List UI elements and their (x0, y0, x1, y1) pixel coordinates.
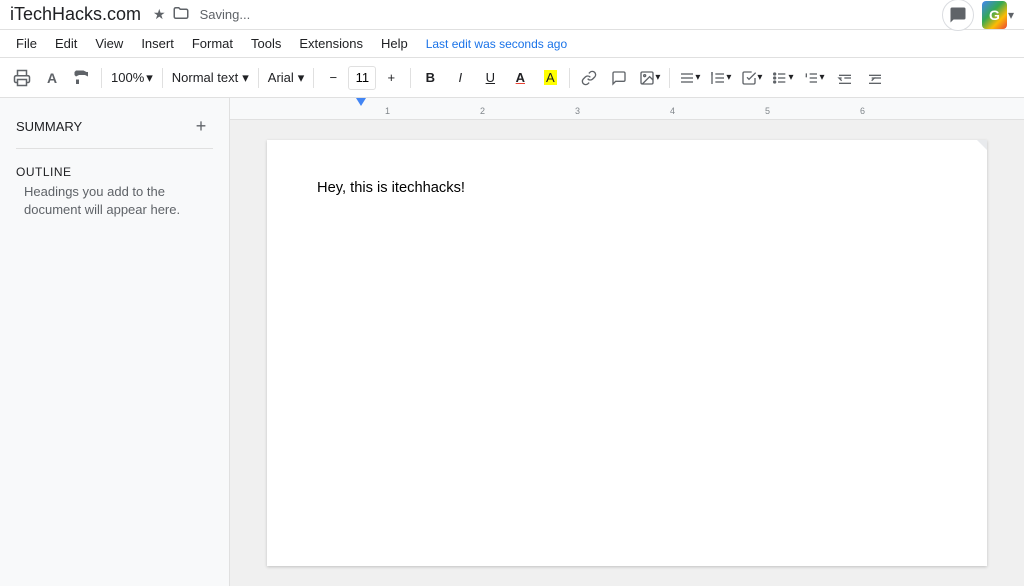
menu-insert[interactable]: Insert (133, 33, 182, 54)
zoom-chevron: ▾ (146, 70, 153, 86)
ruler-mark-3: 3 (575, 106, 580, 116)
last-edit-link[interactable]: Last edit was seconds ago (426, 37, 567, 51)
ruler-inner: 1 2 3 4 5 6 (290, 98, 1024, 119)
insert-link-button[interactable] (575, 64, 603, 92)
star-icon[interactable]: ★ (153, 6, 166, 23)
saving-text: Saving... (200, 7, 251, 22)
font-value: Arial (268, 70, 294, 85)
divider-1 (101, 68, 102, 88)
zoom-selector[interactable]: 100% ▾ (107, 65, 157, 91)
outline-section: OUTLINE Headings you add to the document… (8, 165, 221, 223)
divider-4 (313, 68, 314, 88)
right-icons: G ▾ (942, 0, 1014, 31)
main-area: SUMMARY + OUTLINE Headings you add to th… (0, 98, 1024, 586)
checklist-button[interactable]: ▾ (737, 64, 766, 92)
print-button[interactable] (8, 64, 36, 92)
italic-button[interactable]: I (446, 64, 474, 92)
font-color-letter: A (516, 70, 525, 85)
menu-view[interactable]: View (87, 33, 131, 54)
paint-format-button[interactable] (68, 64, 96, 92)
document-paragraph[interactable]: Hey, this is itechhacks! (317, 180, 937, 196)
title-icons: ★ Saving... (153, 4, 250, 25)
menu-file[interactable]: File (8, 33, 45, 54)
zoom-value: 100% (111, 70, 144, 85)
font-size-decrease-button[interactable]: − (319, 64, 347, 92)
ruler: 1 2 3 4 5 6 (230, 98, 1024, 120)
content-area: 1 2 3 4 5 6 Hey, this is itechhacks! (230, 98, 1024, 586)
paragraph-style-selector[interactable]: Normal text ▾ (168, 65, 253, 91)
document-content[interactable]: Hey, this is itechhacks! (317, 180, 937, 480)
paragraph-style-chevron: ▾ (242, 70, 249, 86)
ruler-mark-6: 6 (860, 106, 865, 116)
indent-increase-button[interactable] (861, 64, 889, 92)
insert-image-button[interactable]: ▾ (635, 64, 664, 92)
insert-comment-button[interactable] (605, 64, 633, 92)
ruler-mark-4: 4 (670, 106, 675, 116)
page-corner (977, 140, 987, 150)
indent-decrease-button[interactable] (831, 64, 859, 92)
outline-label: OUTLINE (16, 165, 213, 179)
highlight-button[interactable]: A (536, 64, 564, 92)
divider-5 (410, 68, 411, 88)
document-page: Hey, this is itechhacks! (267, 140, 987, 566)
ruler-indent-marker[interactable] (356, 98, 366, 106)
menu-edit[interactable]: Edit (47, 33, 85, 54)
paragraph-style-value: Normal text (172, 70, 238, 85)
menu-format[interactable]: Format (184, 33, 241, 54)
underline-button[interactable]: U (476, 64, 504, 92)
font-size-increase-button[interactable]: + (377, 64, 405, 92)
font-selector[interactable]: Arial ▾ (264, 65, 309, 91)
font-size-input[interactable] (348, 66, 376, 90)
folder-icon[interactable] (172, 4, 190, 25)
top-bar: iTechHacks.com ★ Saving... G ▾ (0, 0, 1024, 30)
comment-button[interactable] (942, 0, 974, 31)
divider-3 (258, 68, 259, 88)
numbered-list-button[interactable]: ▾ (799, 64, 828, 92)
bold-button[interactable]: B (416, 64, 444, 92)
font-color-button[interactable]: A (506, 64, 534, 92)
outline-hint: Headings you add to the document will ap… (16, 179, 213, 223)
sidebar: SUMMARY + OUTLINE Headings you add to th… (0, 98, 230, 586)
line-spacing-button[interactable]: ▾ (706, 64, 735, 92)
divider-7 (669, 68, 670, 88)
font-size-area: − + (319, 64, 405, 92)
toolbar: A 100% ▾ Normal text ▾ Arial ▾ − + B I U… (0, 58, 1024, 98)
menu-extensions[interactable]: Extensions (291, 33, 371, 54)
document-title[interactable]: iTechHacks.com (10, 4, 141, 25)
spell-check-button[interactable]: A (38, 64, 66, 92)
ruler-mark-2: 2 (480, 106, 485, 116)
ruler-mark-1: 1 (385, 106, 390, 116)
summary-label: SUMMARY (16, 119, 82, 134)
bullet-list-button[interactable]: ▾ (768, 64, 797, 92)
summary-section-header: SUMMARY + (8, 110, 221, 142)
divider-2 (162, 68, 163, 88)
summary-add-button[interactable]: + (189, 114, 213, 138)
sidebar-divider (16, 148, 213, 149)
font-chevron: ▾ (298, 70, 305, 86)
text-align-button[interactable]: ▾ (675, 64, 704, 92)
ruler-mark-5: 5 (765, 106, 770, 116)
menu-help[interactable]: Help (373, 33, 416, 54)
menu-tools[interactable]: Tools (243, 33, 289, 54)
document-scroll[interactable]: Hey, this is itechhacks! (230, 120, 1024, 586)
divider-6 (569, 68, 570, 88)
menu-bar: File Edit View Insert Format Tools Exten… (0, 30, 1024, 58)
google-apps-button[interactable]: G ▾ (982, 0, 1014, 31)
